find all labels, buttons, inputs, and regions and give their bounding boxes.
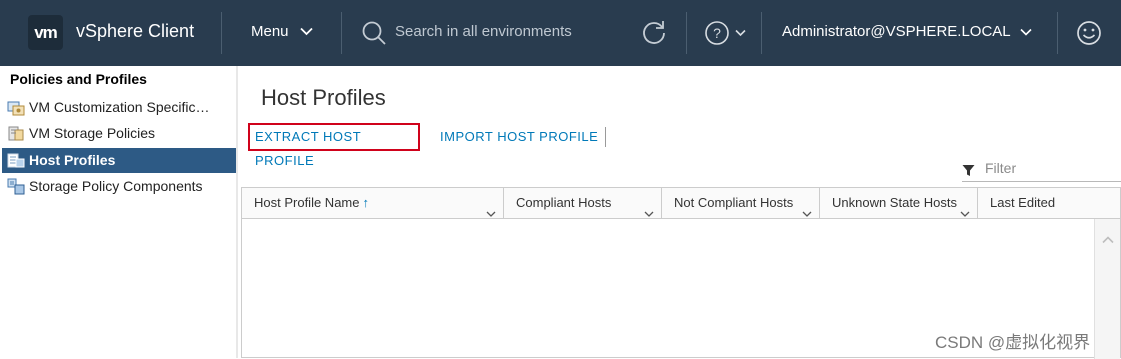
page-title: Host Profiles	[261, 85, 386, 110]
sort-ascending-icon[interactable]: ↑	[362, 195, 369, 210]
sidebar-item-host-profiles[interactable]: Host Profiles	[2, 148, 236, 173]
column-label: Unknown State Hosts	[832, 195, 958, 210]
top-header: vm vSphere Client Menu Search in all env…	[0, 0, 1121, 66]
sidebar-item-label: Host Profiles	[29, 152, 116, 168]
sidebar-item-label: VM Storage Policies	[29, 125, 156, 141]
sidebar-item-vm-storage-policies[interactable]: VM Storage Policies	[2, 121, 236, 146]
sidebar-title: Policies and Profiles	[10, 71, 147, 87]
user-name: Administrator@VSPHERE.LOCAL	[782, 23, 1011, 40]
import-host-profile-button[interactable]: IMPORT HOST PROFILE	[440, 129, 598, 144]
chevron-down-icon[interactable]	[486, 199, 496, 217]
filter-icon	[962, 164, 975, 177]
sidebar-item-vm-customization[interactable]: VM Customization Specific…	[2, 95, 236, 120]
menu-label: Menu	[251, 23, 289, 40]
action-divider	[605, 127, 606, 147]
sidebar-item-label: VM Customization Specific…	[29, 99, 210, 115]
column-header-unknown-state-hosts[interactable]: Unknown State Hosts	[820, 188, 978, 218]
column-label: Not Compliant Hosts	[674, 195, 794, 210]
chevron-down-icon[interactable]	[644, 199, 654, 217]
filter-box[interactable]	[962, 158, 1121, 182]
header-divider	[686, 12, 687, 54]
column-label: Host Profile Name	[254, 195, 360, 210]
filter-input[interactable]	[985, 160, 1115, 176]
svg-text:?: ?	[713, 25, 721, 41]
storage-policy-icon	[7, 125, 25, 142]
global-search-input[interactable]: Search in all environments	[395, 23, 572, 40]
user-menu[interactable]: Administrator@VSPHERE.LOCAL	[782, 23, 1032, 40]
sidebar: Policies and Profiles VM Customization S…	[0, 66, 238, 358]
scroll-up-icon[interactable]	[1102, 232, 1114, 244]
header-divider	[221, 12, 222, 54]
column-header-host-profile-name[interactable]: Host Profile Name ↑	[242, 188, 504, 218]
column-label: Last Edited	[990, 195, 1056, 210]
header-divider	[1057, 12, 1058, 54]
menu-button[interactable]: Menu	[251, 23, 313, 40]
search-icon[interactable]	[361, 20, 387, 46]
column-header-last-edited[interactable]: Last Edited	[978, 188, 1120, 218]
host-profile-icon	[7, 152, 25, 169]
table-header: Host Profile Name ↑ Compliant Hosts Not C…	[242, 188, 1120, 219]
chevron-down-icon[interactable]	[802, 199, 812, 217]
chevron-down-icon	[300, 23, 313, 40]
refresh-icon[interactable]	[640, 18, 668, 46]
column-header-not-compliant-hosts[interactable]: Not Compliant Hosts	[662, 188, 820, 218]
policy-components-icon	[7, 178, 25, 195]
sidebar-item-storage-policy-components[interactable]: Storage Policy Components	[2, 174, 236, 199]
help-icon[interactable]: ?	[705, 20, 750, 46]
main-content: Host Profiles EXTRACT HOST PROFILE IMPOR…	[240, 66, 1121, 359]
watermark: CSDN @虚拟化视界	[935, 333, 1091, 352]
column-label: Compliant Hosts	[516, 195, 612, 210]
column-header-compliant-hosts[interactable]: Compliant Hosts	[504, 188, 662, 218]
app-title[interactable]: vSphere Client	[76, 21, 194, 42]
chevron-down-icon[interactable]	[960, 199, 970, 217]
header-divider	[761, 12, 762, 54]
extract-host-profile-button[interactable]: EXTRACT HOST PROFILE	[248, 123, 420, 168]
header-divider	[341, 12, 342, 54]
sidebar-item-label: Storage Policy Components	[29, 178, 203, 194]
smiley-icon[interactable]	[1075, 19, 1103, 47]
chevron-down-icon	[1020, 23, 1032, 40]
vmware-logo[interactable]: vm	[28, 15, 63, 50]
vm-customization-icon	[7, 99, 25, 116]
